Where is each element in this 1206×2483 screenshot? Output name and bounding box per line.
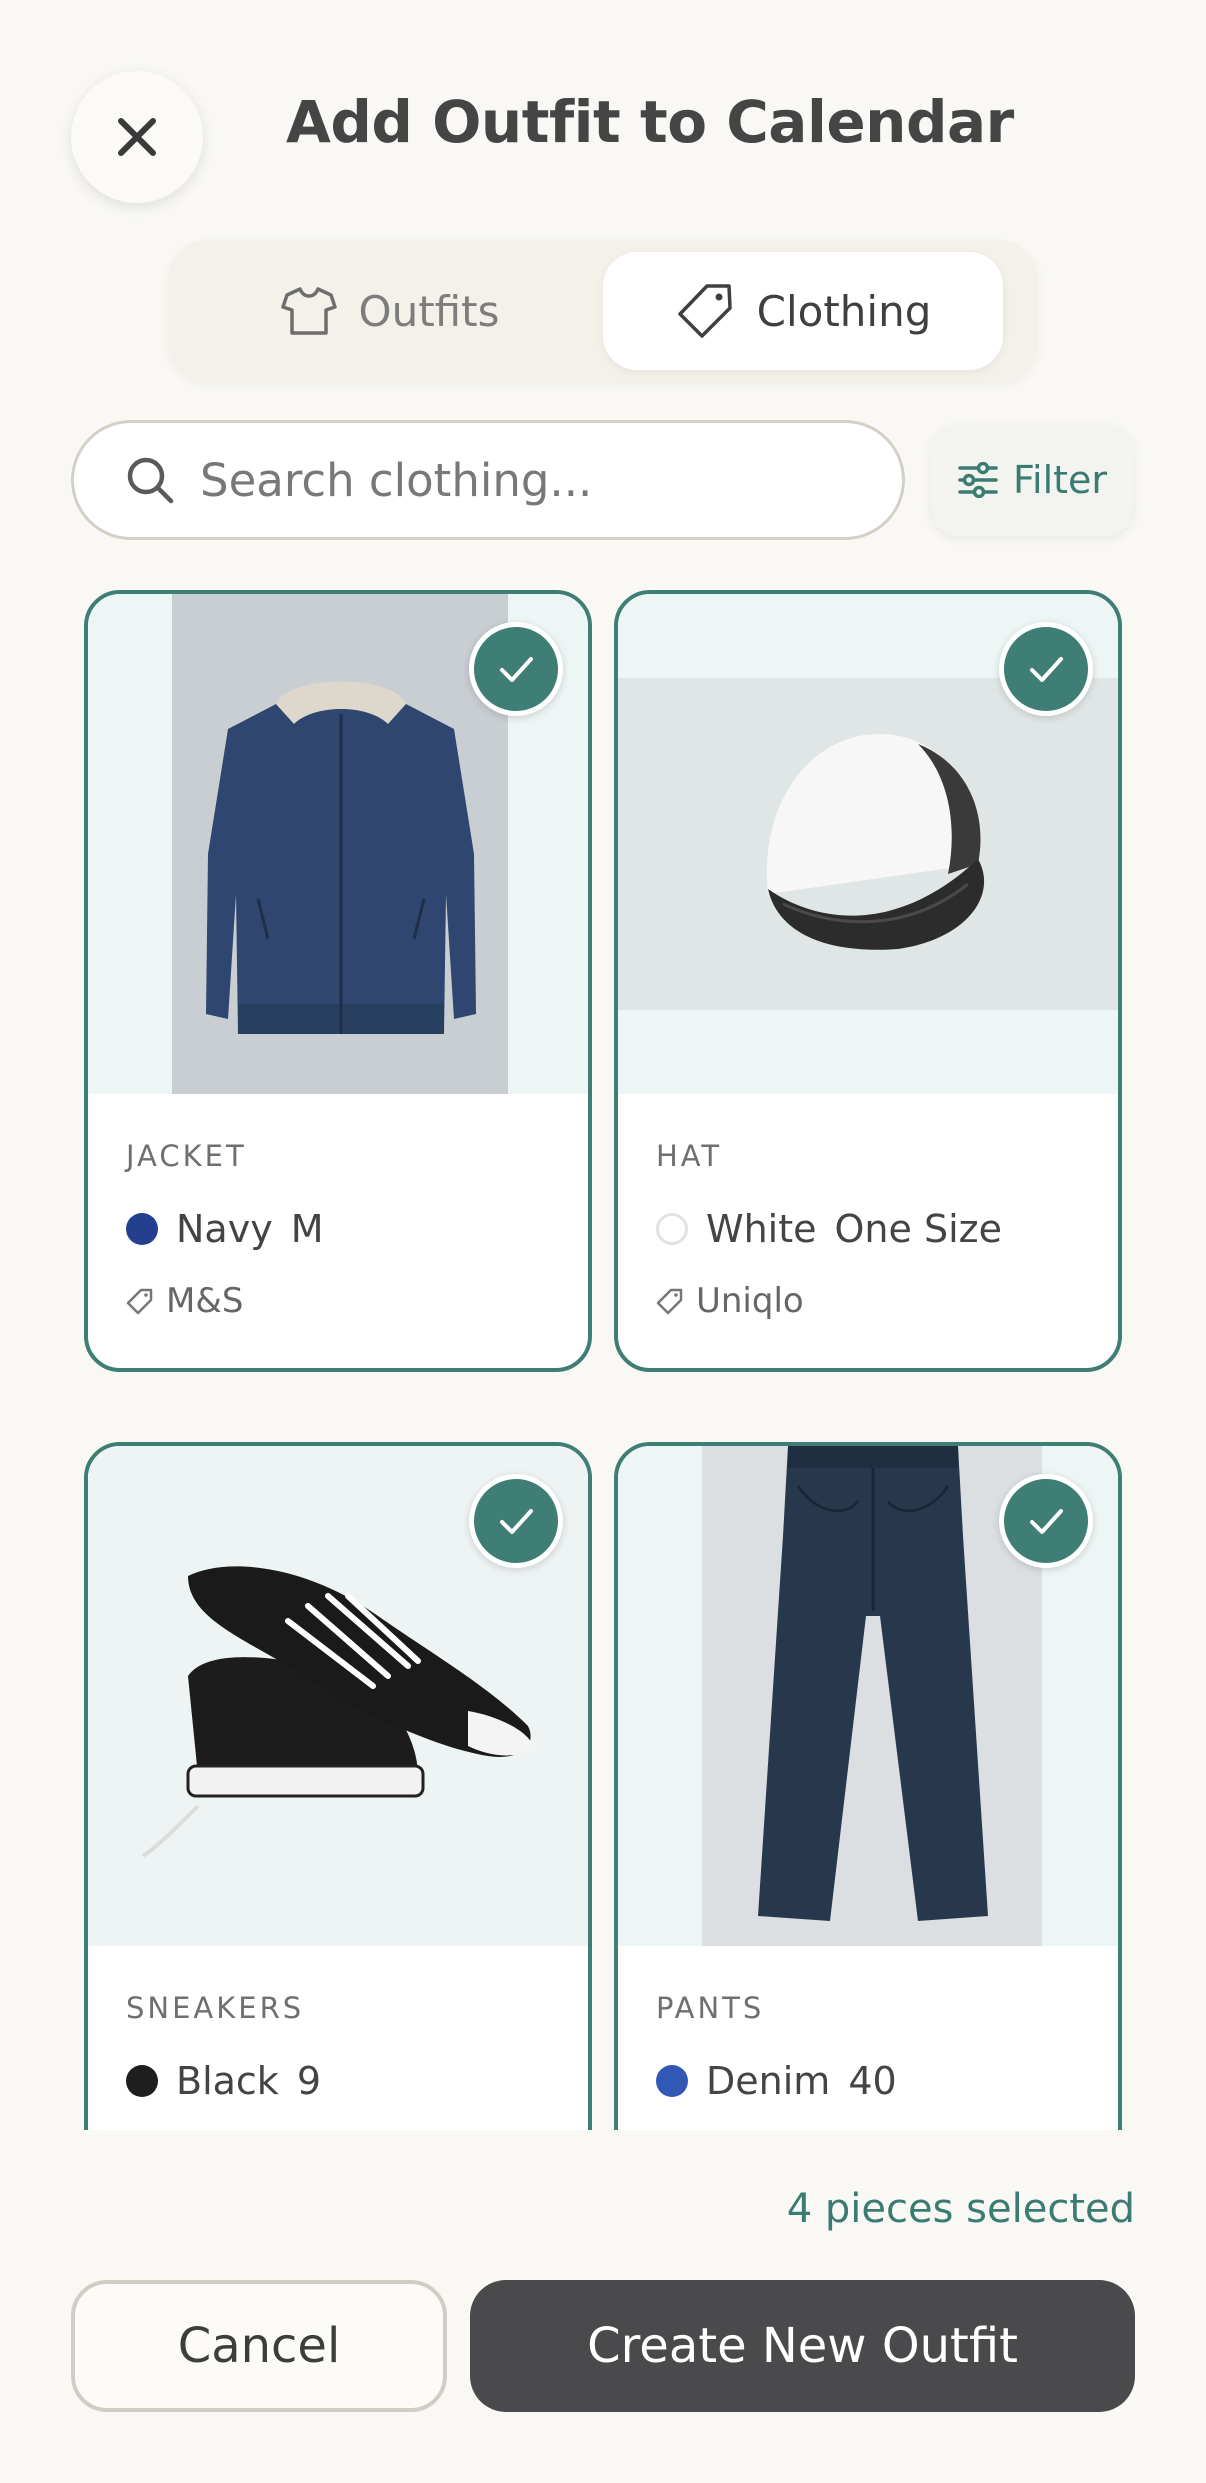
selected-count: 4 pieces selected <box>786 2186 1135 2232</box>
item-category: JACKET <box>126 1139 247 1173</box>
color-swatch <box>656 1213 688 1245</box>
tab-clothing-label: Clothing <box>756 286 932 336</box>
color-swatch <box>126 1213 158 1245</box>
card-details: HAT White One Size Uniqlo <box>656 1139 1098 1321</box>
tag-icon <box>126 1288 153 1315</box>
search-icon <box>127 457 174 504</box>
item-color: Black <box>176 2059 279 2103</box>
clothing-card-pants[interactable]: PANTS Denim 40 <box>614 1442 1122 2130</box>
tab-clothing[interactable]: Clothing <box>603 252 1003 370</box>
close-button[interactable] <box>71 71 203 203</box>
shirt-icon <box>280 287 337 335</box>
item-color: Denim <box>706 2059 831 2103</box>
clothing-grid: JACKET Navy M M&S HAT White One Size Uni… <box>0 580 1206 2130</box>
item-size: 40 <box>848 2059 897 2103</box>
tag-icon <box>677 284 732 338</box>
item-brand-row: M&S <box>126 1281 568 1321</box>
item-brand-row: Uniqlo <box>656 1281 1098 1321</box>
search-bar <box>71 420 905 540</box>
item-size: One Size <box>834 1207 1002 1251</box>
item-size: M <box>290 1207 324 1251</box>
tab-outfits[interactable]: Outfits <box>180 252 600 370</box>
selected-check-icon[interactable] <box>999 622 1093 716</box>
selected-check-icon[interactable] <box>999 1474 1093 1568</box>
item-category: PANTS <box>656 1991 765 2025</box>
clothing-card-sneakers[interactable]: SNEAKERS Black 9 <box>84 1442 592 2130</box>
item-color-size: White One Size <box>656 1207 1098 1251</box>
item-color: Navy <box>176 1207 273 1251</box>
item-color-size: Denim 40 <box>656 2059 1098 2103</box>
item-category: HAT <box>656 1139 723 1173</box>
tab-outfits-label: Outfits <box>358 286 500 336</box>
card-details: JACKET Navy M M&S <box>126 1139 568 1321</box>
item-size: 9 <box>296 2059 321 2103</box>
create-outfit-button[interactable]: Create New Outfit <box>470 2280 1135 2412</box>
color-swatch <box>656 2065 688 2097</box>
clothing-card-hat[interactable]: HAT White One Size Uniqlo <box>614 590 1122 1372</box>
clothing-card-jacket[interactable]: JACKET Navy M M&S <box>84 590 592 1372</box>
sliders-icon <box>958 462 998 498</box>
item-color-size: Navy M <box>126 1207 568 1251</box>
search-input[interactable] <box>200 453 820 507</box>
page-title: Add Outfit to Calendar <box>286 88 1014 156</box>
item-brand: Uniqlo <box>696 1281 804 1321</box>
close-icon <box>118 118 156 156</box>
selected-check-icon[interactable] <box>469 622 563 716</box>
add-outfit-screen: Add Outfit to Calendar Outfits Clothing <box>0 0 1206 2483</box>
color-swatch <box>126 2065 158 2097</box>
card-details: PANTS Denim 40 <box>656 1991 1098 2103</box>
filter-button[interactable]: Filter <box>930 424 1134 536</box>
filter-label: Filter <box>1012 458 1108 502</box>
tag-icon <box>656 1288 683 1315</box>
selected-check-icon[interactable] <box>469 1474 563 1568</box>
item-color-size: Black 9 <box>126 2059 568 2103</box>
item-category: SNEAKERS <box>126 1991 305 2025</box>
card-details: SNEAKERS Black 9 <box>126 1991 568 2103</box>
item-color: White <box>706 1207 817 1251</box>
view-toggle: Outfits Clothing <box>168 240 1038 382</box>
item-brand: M&S <box>166 1281 244 1321</box>
cancel-button[interactable]: Cancel <box>71 2280 447 2412</box>
